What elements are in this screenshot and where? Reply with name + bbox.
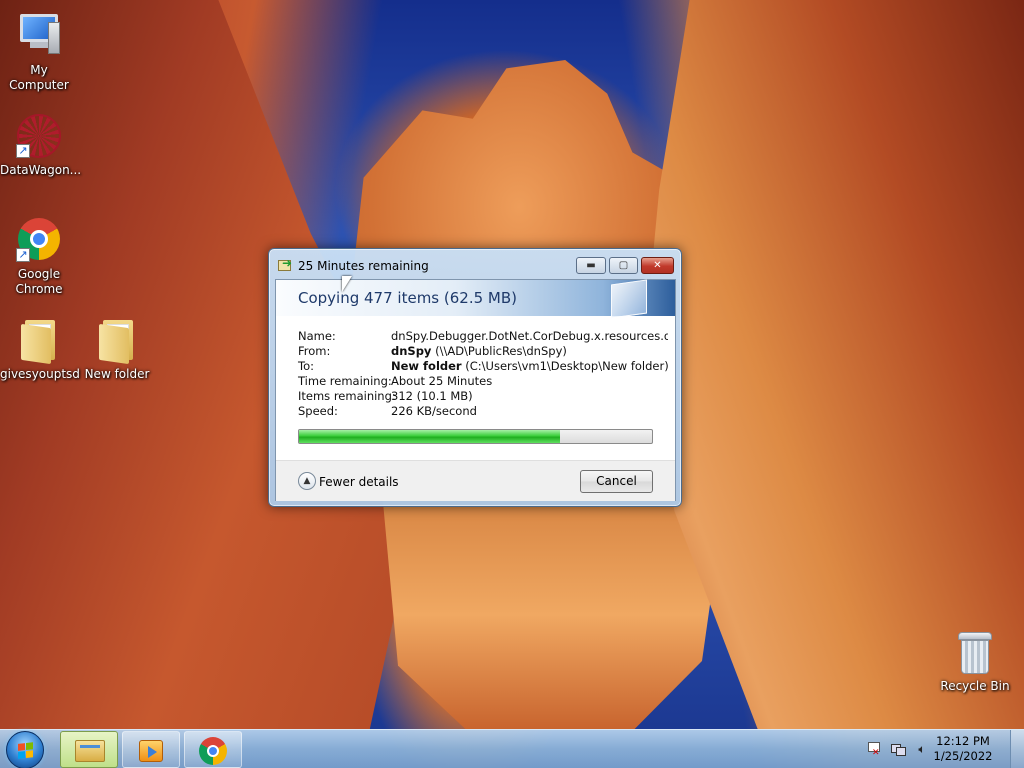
taskbar-explorer-button[interactable] xyxy=(60,731,118,768)
copy-heading: Copying 477 items (62.5 MB) xyxy=(298,289,517,307)
copy-details: Name: dnSpy.Debugger.DotNet.CorDebug.x.r… xyxy=(298,329,668,419)
desktop-icon-label: givesyouptsd xyxy=(0,367,80,381)
chrome-icon xyxy=(199,737,227,765)
desktop-icon-label: Recycle Bin xyxy=(940,679,1010,693)
wallpaper-reflection xyxy=(382,500,725,730)
computer-icon xyxy=(16,14,62,60)
chrome-icon: ↗ xyxy=(16,218,62,264)
desktop-icon-datawagon[interactable]: ↗ DataWagon... xyxy=(0,114,82,178)
destination-path: (C:\Users\vm1\Desktop\New folder) xyxy=(465,359,668,373)
detail-label: Speed: xyxy=(298,404,338,418)
desktop-icon-my-computer[interactable]: My Computer xyxy=(0,10,78,93)
desktop-icon-google-chrome[interactable]: ↗ Google Chrome xyxy=(0,216,78,297)
detail-row-time: Time remaining: About 25 Minutes xyxy=(298,374,668,389)
dialog-titlebar[interactable]: 25 Minutes remaining ▬ ▢ ✕ xyxy=(269,249,681,279)
clock-date: 1/25/2022 xyxy=(933,749,993,763)
action-center-flag-icon[interactable] xyxy=(866,742,882,761)
folder-icon xyxy=(16,318,62,365)
detail-value: 226 KB/second xyxy=(391,404,477,418)
datawagon-icon: ↗ xyxy=(16,114,62,160)
desktop-icon-new-folder[interactable]: New folder xyxy=(78,318,156,382)
taskbar-chrome-button[interactable] xyxy=(184,731,242,768)
clock[interactable]: 12:12 PM 1/25/2022 xyxy=(928,734,998,764)
dialog-body: Copying 477 items (62.5 MB) Name: dnSpy.… xyxy=(275,279,676,501)
folder-icon xyxy=(94,318,140,365)
show-desktop-button[interactable] xyxy=(1010,730,1024,768)
progress-fill xyxy=(299,430,561,443)
detail-label: To: xyxy=(298,359,314,373)
detail-value: dnSpy.Debugger.DotNet.CorDebug.x.resourc… xyxy=(391,329,668,343)
maximize-button[interactable]: ▢ xyxy=(609,257,638,274)
media-player-icon xyxy=(139,740,163,762)
dialog-header: Copying 477 items (62.5 MB) xyxy=(276,279,675,319)
detail-label: From: xyxy=(298,344,331,358)
close-button[interactable]: ✕ xyxy=(641,257,674,274)
shortcut-arrow-icon: ↗ xyxy=(16,248,30,262)
recycle-bin-icon xyxy=(952,630,998,676)
desktop-icon-givesyouptsd[interactable]: givesyouptsd xyxy=(0,318,80,382)
shortcut-arrow-icon: ↗ xyxy=(16,144,30,158)
file-copy-icon xyxy=(278,256,294,272)
dialog-footer: ▲ Fewer details Cancel xyxy=(276,460,675,501)
glass-pane-icon xyxy=(611,279,647,319)
detail-row-from: From: dnSpy (\\AD\PublicRes\dnSpy) xyxy=(298,344,668,359)
detail-value: About 25 Minutes xyxy=(391,374,493,388)
copy-progress-dialog[interactable]: 25 Minutes remaining ▬ ▢ ✕ Copying 477 i… xyxy=(268,248,682,507)
desktop-icon-label: DataWagon... xyxy=(0,163,82,177)
desktop-icon-label: New folder xyxy=(84,367,150,381)
explorer-icon xyxy=(75,740,105,762)
desktop-icon-label: Google Chrome xyxy=(15,267,63,296)
detail-row-speed: Speed: 226 KB/second xyxy=(298,404,668,419)
start-button[interactable] xyxy=(6,731,44,768)
taskbar-media-player-button[interactable] xyxy=(122,731,180,768)
dialog-title: 25 Minutes remaining xyxy=(298,259,429,273)
detail-value: 312 (10.1 MB) xyxy=(391,389,473,403)
chevron-up-icon[interactable]: ▲ xyxy=(298,472,316,490)
clock-time: 12:12 PM xyxy=(936,734,990,748)
taskbar: 🔈︎ 12:12 PM 1/25/2022 xyxy=(0,729,1024,768)
source-folder-link[interactable]: dnSpy xyxy=(391,344,431,358)
detail-label: Items remaining: xyxy=(298,389,396,403)
windows-logo-icon xyxy=(18,742,34,760)
detail-row-name: Name: dnSpy.Debugger.DotNet.CorDebug.x.r… xyxy=(298,329,668,344)
source-path: (\\AD\PublicRes\dnSpy) xyxy=(435,344,567,358)
detail-row-to: To: New folder (C:\Users\vm1\Desktop\New… xyxy=(298,359,668,374)
detail-label: Time remaining: xyxy=(298,374,392,388)
mouse-cursor-icon xyxy=(342,276,352,292)
destination-folder-link[interactable]: New folder xyxy=(391,359,462,373)
desktop-icon-label: My Computer xyxy=(9,63,69,92)
minimize-button[interactable]: ▬ xyxy=(576,257,606,274)
cancel-button[interactable]: Cancel xyxy=(580,470,653,493)
copy-progress-bar xyxy=(298,429,653,444)
detail-label: Name: xyxy=(298,329,336,343)
fewer-details-toggle[interactable]: Fewer details xyxy=(319,475,399,489)
network-icon[interactable] xyxy=(890,742,906,757)
desktop-icon-recycle-bin[interactable]: Recycle Bin xyxy=(936,630,1014,694)
detail-row-items: Items remaining: 312 (10.1 MB) xyxy=(298,389,668,404)
